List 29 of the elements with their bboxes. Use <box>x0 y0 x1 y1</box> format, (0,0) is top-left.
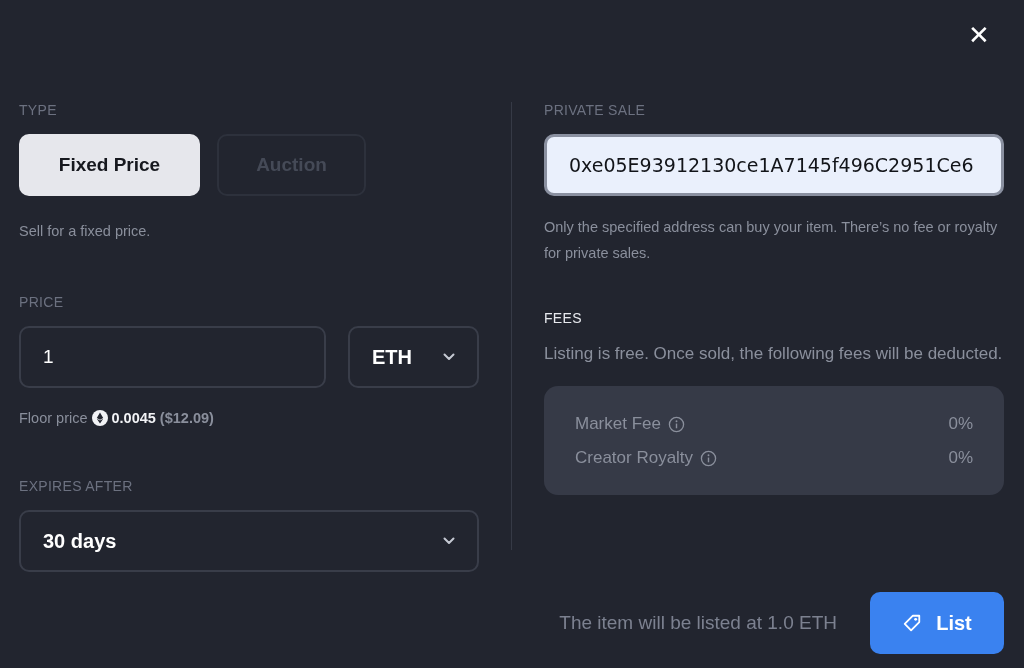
address-field[interactable]: 0xe05E93912130ce1A7145f496C2951Ce6 <box>544 134 1004 196</box>
chevron-down-icon <box>443 353 455 361</box>
currency-select[interactable]: ETH <box>348 326 479 388</box>
section-label: FEES <box>544 310 583 327</box>
floor-price-label: Floor price <box>19 410 88 426</box>
fee-value: 0% <box>948 414 973 434</box>
floor-price-usd: ($12.09) <box>159 410 214 426</box>
private-sale-description: Only the specified address can buy your item. There’s no fee or royalty for private sales. <box>544 218 999 263</box>
fee-value: 0% <box>948 448 973 468</box>
section-label: PRICE <box>19 294 65 311</box>
chevron-down-icon <box>443 537 455 545</box>
info-icon[interactable] <box>668 415 685 433</box>
close-button[interactable]: ✕ <box>964 18 994 52</box>
fee-name: Market Fee <box>575 414 661 434</box>
floor-price-value: 0.0045 <box>111 410 156 426</box>
fees-description: Listing is free. Once sold, the following fees will be deducted. <box>544 343 1004 365</box>
listing-summary: The item will be listed at 1.0 ETH <box>559 612 837 634</box>
tag-icon <box>902 613 923 633</box>
section-label: EXPIRES AFTER <box>19 478 134 495</box>
type-tab[interactable]: Fixed Price <box>19 134 200 196</box>
ethereum-icon <box>91 410 108 426</box>
type-description: Sell for a fixed price. <box>19 222 152 241</box>
fee-name: Creator Royalty <box>575 448 694 468</box>
expiry-select[interactable]: 30 days <box>19 510 479 572</box>
info-icon[interactable] <box>700 449 718 467</box>
list-button[interactable]: List <box>870 592 1004 654</box>
section-label: PRIVATE SALE <box>544 102 647 119</box>
price-field[interactable]: 1 <box>19 326 326 388</box>
section-label: TYPE <box>19 102 58 119</box>
